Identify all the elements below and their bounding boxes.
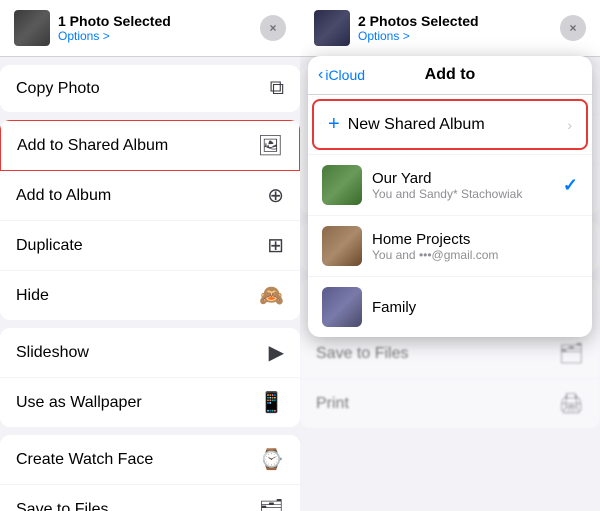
family-info: Family (372, 299, 578, 316)
right-header-text: 2 Photos Selected Options > (358, 13, 479, 43)
header-left: 1 Photo Selected Options > (14, 10, 171, 46)
add-album-icon: ⊕ (267, 183, 284, 208)
watch-icon: ⌚ (259, 447, 284, 472)
back-label: iCloud (325, 67, 365, 83)
left-header: 1 Photo Selected Options > × (0, 0, 300, 57)
right-panel: 2 Photos Selected Options > × ‹ iCloud A… (300, 0, 600, 511)
new-shared-album-button[interactable]: + New Shared Album › (312, 99, 588, 150)
our-yard-name: Our Yard (372, 170, 553, 187)
family-thumbnail (322, 287, 362, 327)
add-shared-album-item[interactable]: Add to Shared Album 🖼 (0, 120, 300, 172)
selected-count: 1 Photo Selected (58, 13, 171, 29)
slideshow-icon: ▶ (269, 340, 284, 365)
home-projects-info: Home Projects You and •••@gmail.com (372, 231, 578, 262)
duplicate-label: Duplicate (16, 237, 83, 255)
back-chevron-icon: ‹ (318, 66, 323, 84)
copy-icon: ⧉ (270, 77, 284, 100)
home-projects-name: Home Projects (372, 231, 578, 248)
our-yard-members: You and Sandy* Stachowiak (372, 187, 553, 201)
copy-section: Copy Photo ⧉ (0, 65, 300, 112)
right-save-files-label: Save to Files (316, 345, 408, 363)
our-yard-checkmark: ✓ (563, 175, 578, 196)
back-button[interactable]: ‹ iCloud (318, 66, 365, 84)
right-close-button[interactable]: × (560, 15, 586, 41)
our-yard-thumbnail (322, 165, 362, 205)
left-menu-list: Copy Photo ⧉ Add to Shared Album 🖼 Add t… (0, 57, 300, 511)
right-print-label: Print (316, 395, 349, 413)
hide-item[interactable]: Hide 🙈 (0, 271, 300, 320)
add-album-item[interactable]: Add to Album ⊕ (0, 171, 300, 221)
album-item-our-yard[interactable]: Our Yard You and Sandy* Stachowiak ✓ (308, 154, 592, 215)
album-item-family[interactable]: Family (308, 276, 592, 337)
utility-section: Create Watch Face ⌚ Save to Files 🗂 Assi… (0, 435, 300, 511)
files-icon: 🗂 (259, 497, 284, 511)
add-to-dropdown: ‹ iCloud Add to + New Shared Album › Our… (308, 56, 592, 337)
wallpaper-label: Use as Wallpaper (16, 394, 142, 412)
wallpaper-icon: 📱 (259, 390, 284, 415)
options-link[interactable]: Options > (58, 29, 171, 43)
copy-photo-item[interactable]: Copy Photo ⧉ (0, 65, 300, 112)
wallpaper-item[interactable]: Use as Wallpaper 📱 (0, 378, 300, 427)
right-selected-count: 2 Photos Selected (358, 13, 479, 29)
album-item-home-projects[interactable]: Home Projects You and •••@gmail.com (308, 215, 592, 276)
home-projects-thumbnail (322, 226, 362, 266)
right-header-left: 2 Photos Selected Options > (314, 10, 479, 46)
hide-icon: 🙈 (259, 283, 284, 308)
save-files-label: Save to Files (16, 501, 108, 511)
slideshow-item[interactable]: Slideshow ▶ (0, 328, 300, 378)
slideshow-section: Slideshow ▶ Use as Wallpaper 📱 (0, 328, 300, 427)
left-panel: 1 Photo Selected Options > × Copy Photo … (0, 0, 300, 511)
our-yard-info: Our Yard You and Sandy* Stachowiak (372, 170, 553, 201)
new-album-label: New Shared Album (348, 116, 485, 134)
dropdown-title: Add to (425, 66, 476, 84)
hide-label: Hide (16, 287, 49, 305)
add-album-label: Add to Album (16, 187, 111, 205)
close-button[interactable]: × (260, 15, 286, 41)
right-print-icon: 🖨 (559, 391, 584, 416)
photo-thumbnail (14, 10, 50, 46)
share-section: Add to Shared Album 🖼 Add to Album ⊕ Dup… (0, 120, 300, 320)
duplicate-icon: ⊞ (267, 233, 284, 258)
right-photo-thumbnail (314, 10, 350, 46)
dropdown-header: ‹ iCloud Add to (308, 56, 592, 95)
right-options-link[interactable]: Options > (358, 29, 479, 43)
right-files-icon: 🗂 (559, 341, 584, 366)
new-album-chevron-icon: › (567, 117, 572, 133)
family-name: Family (372, 299, 578, 316)
right-print-item: Print 🖨 (300, 379, 600, 428)
header-text: 1 Photo Selected Options > (58, 13, 171, 43)
home-projects-members: You and •••@gmail.com (372, 248, 578, 262)
copy-photo-label: Copy Photo (16, 80, 100, 98)
watch-face-item[interactable]: Create Watch Face ⌚ (0, 435, 300, 485)
new-album-left: + New Shared Album (328, 113, 485, 136)
plus-icon: + (328, 113, 340, 136)
duplicate-item[interactable]: Duplicate ⊞ (0, 221, 300, 271)
add-shared-album-label: Add to Shared Album (17, 137, 168, 155)
slideshow-label: Slideshow (16, 344, 89, 362)
save-files-item[interactable]: Save to Files 🗂 (0, 485, 300, 511)
right-header: 2 Photos Selected Options > × (300, 0, 600, 57)
watch-face-label: Create Watch Face (16, 451, 153, 469)
shared-album-icon: 🖼 (258, 133, 283, 158)
